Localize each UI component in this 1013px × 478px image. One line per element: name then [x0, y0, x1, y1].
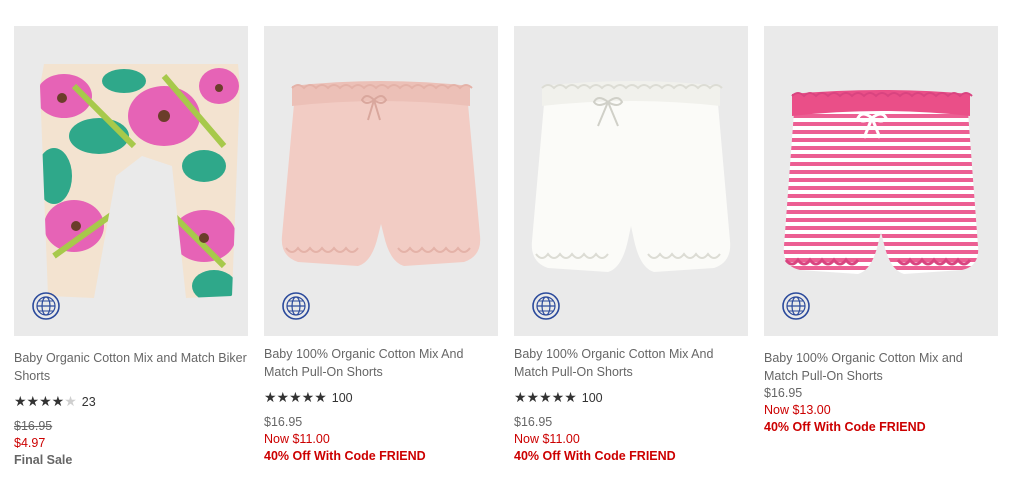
product-image[interactable]: [14, 26, 248, 336]
star-rating-icon: ★★★★★: [14, 393, 77, 409]
product-card[interactable]: Baby Organic Cotton Mix and Match Biker …: [14, 26, 248, 469]
rating: ★★★★★ 100: [514, 389, 748, 406]
globe-icon: [32, 292, 60, 320]
striped-pull-on-shorts-image: [783, 90, 979, 274]
original-price: $16.95: [14, 419, 53, 433]
product-card[interactable]: Baby 100% Organic Cotton Mix And Match P…: [514, 26, 748, 465]
original-price: $16.95: [514, 415, 553, 429]
review-count: 23: [81, 394, 96, 409]
promo-code-label: 40% Off With Code FRIEND: [764, 420, 926, 434]
rating: ★★★★★ 23: [14, 393, 248, 410]
review-count: 100: [581, 390, 603, 405]
floral-biker-shorts-image: [40, 64, 240, 298]
product-image[interactable]: [264, 26, 498, 336]
final-sale-label: Final Sale: [14, 453, 73, 467]
promo-code-label: 40% Off With Code FRIEND: [514, 449, 676, 463]
star-rating-icon: ★★★★★: [264, 389, 327, 405]
promo-code-label: 40% Off With Code FRIEND: [264, 449, 426, 463]
product-name-link[interactable]: Baby Organic Cotton Mix and Match Biker …: [14, 350, 248, 385]
product-image[interactable]: [514, 26, 748, 336]
rating: ★★★★★ 100: [264, 389, 498, 406]
white-pull-on-shorts-image: [531, 81, 731, 272]
product-card[interactable]: Baby 100% Organic Cotton Mix And Match P…: [264, 26, 498, 465]
globe-icon: [532, 292, 560, 320]
product-name-link[interactable]: Baby 100% Organic Cotton Mix And Match P…: [264, 346, 498, 381]
product-name-link[interactable]: Baby 100% Organic Cotton Mix And Match P…: [514, 346, 748, 381]
review-count: 100: [331, 390, 353, 405]
sale-price: Now $13.00: [764, 403, 831, 417]
product-card[interactable]: Baby 100% Organic Cotton Mix and Match P…: [764, 26, 998, 436]
original-price: $16.95: [264, 415, 303, 429]
original-price: $16.95: [764, 386, 803, 400]
star-rating-icon: ★★★★★: [514, 389, 577, 405]
sale-price: Now $11.00: [264, 432, 330, 446]
sale-price: Now $11.00: [514, 432, 580, 446]
product-image[interactable]: [764, 26, 998, 336]
pink-pull-on-shorts-image: [281, 81, 481, 266]
globe-icon: [782, 292, 810, 320]
globe-icon: [282, 292, 310, 320]
sale-price: $4.97: [14, 436, 46, 450]
product-name-link[interactable]: Baby 100% Organic Cotton Mix and Match P…: [764, 350, 998, 385]
